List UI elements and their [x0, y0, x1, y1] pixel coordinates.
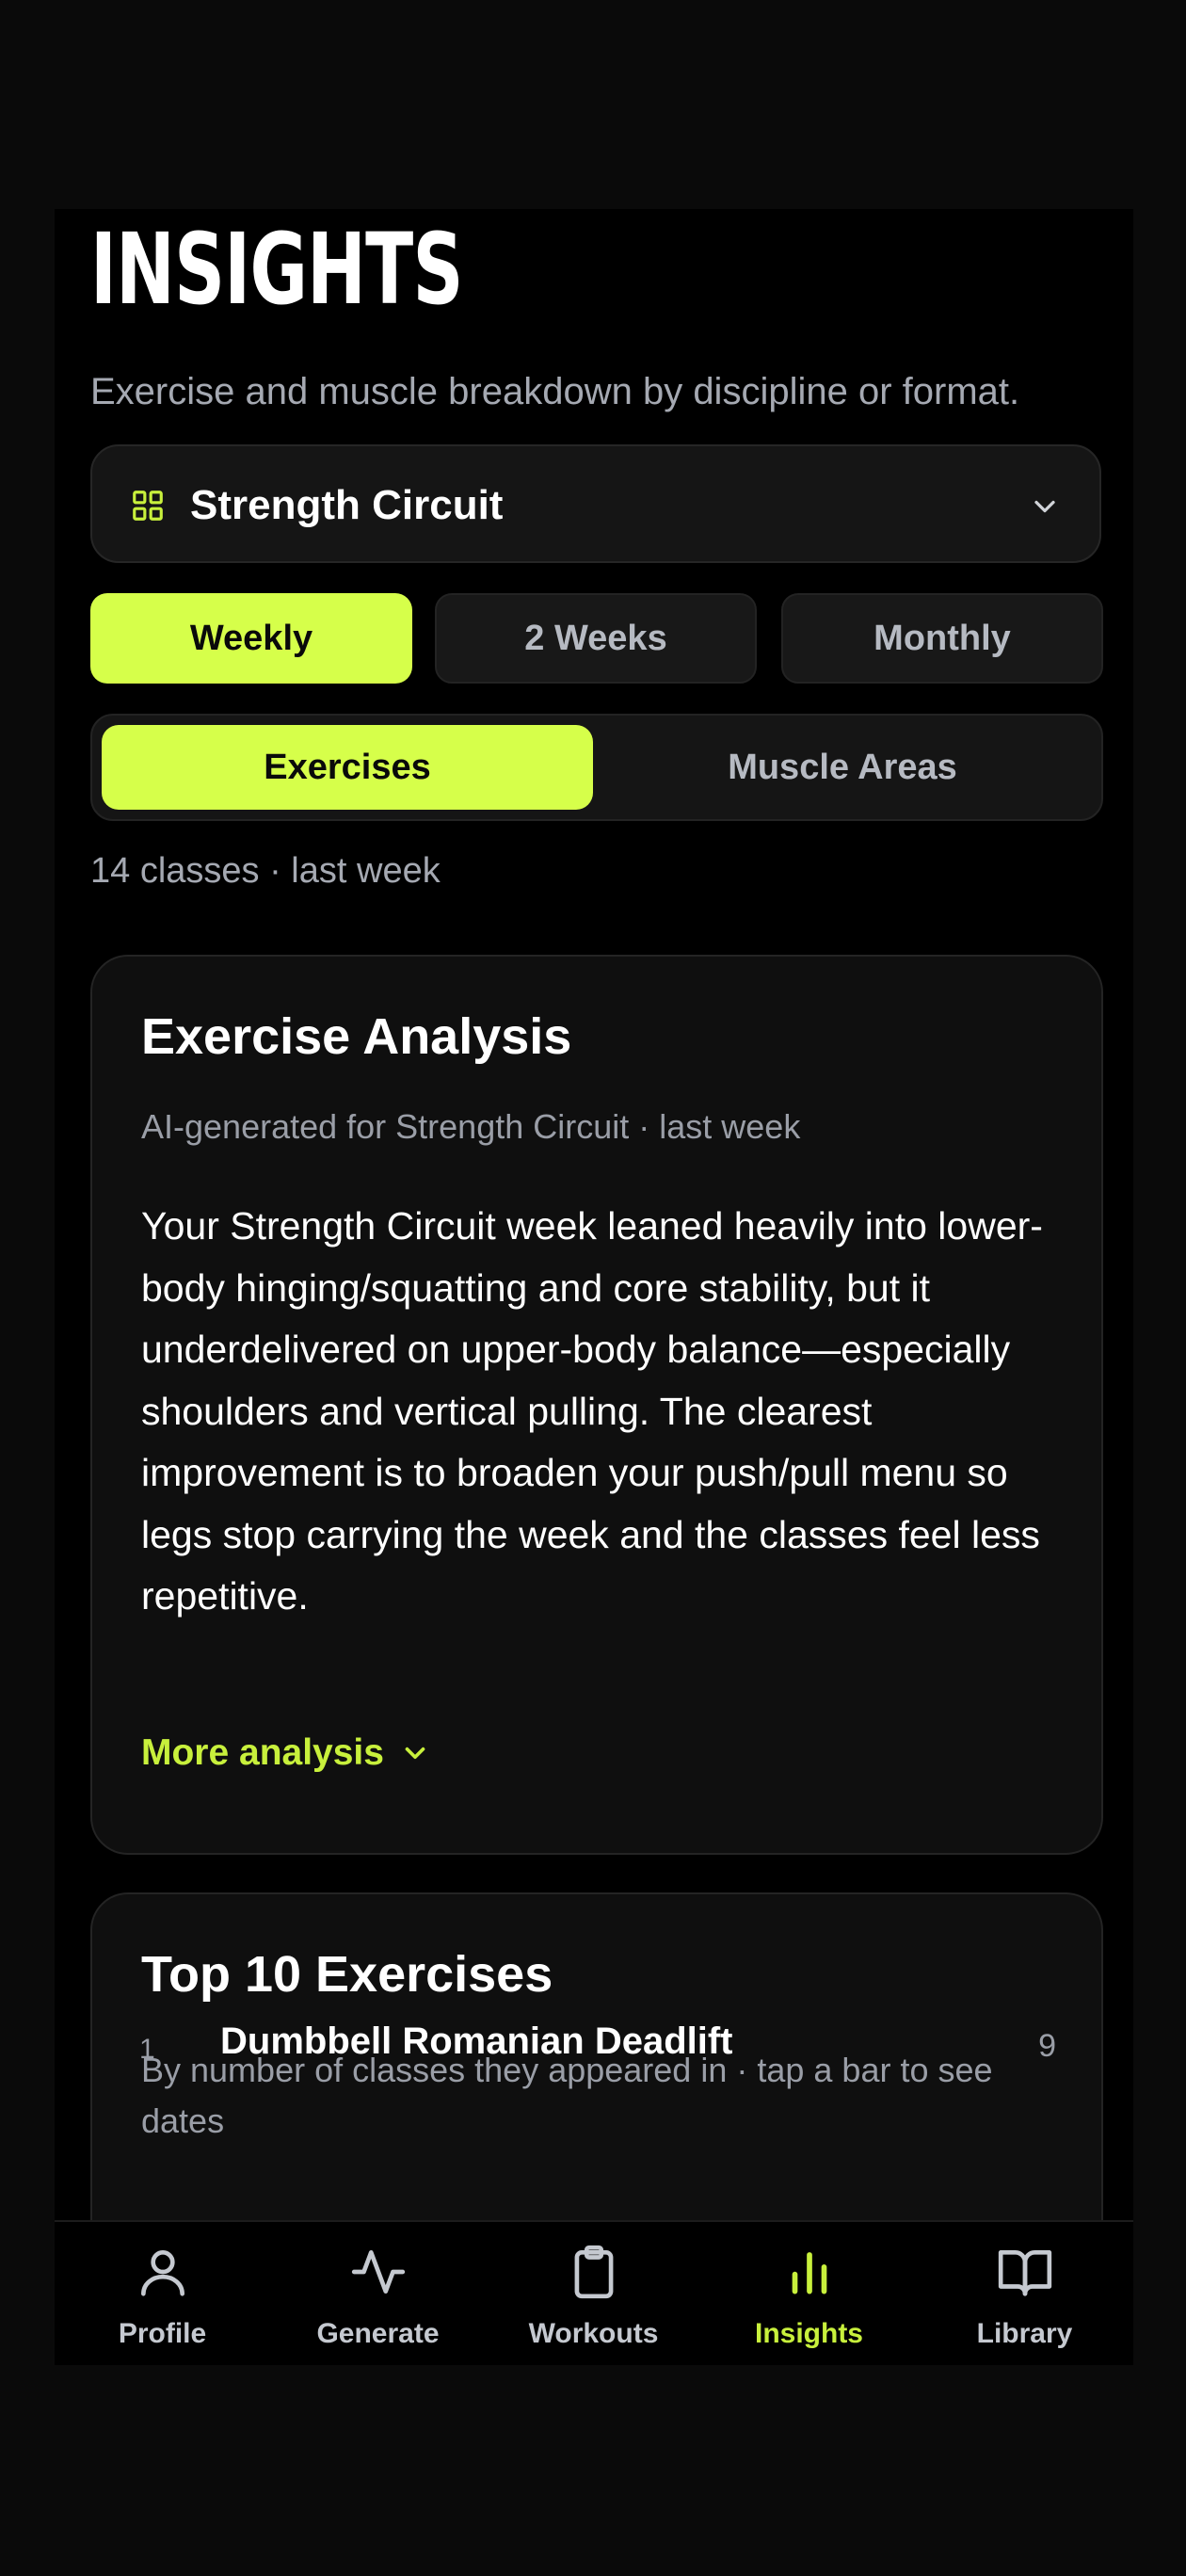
tab-weekly[interactable]: Weekly [90, 593, 412, 684]
more-analysis-button[interactable]: More analysis [141, 1727, 431, 1779]
page-title: INSIGHTS [90, 212, 463, 327]
tab-2-weeks[interactable]: 2 Weeks [435, 593, 757, 684]
nav-profile[interactable]: Profile [55, 2222, 270, 2365]
bottom-nav: Profile Generate Workouts Insights Libra… [55, 2220, 1133, 2365]
analysis-title: Exercise Analysis [141, 1008, 572, 1065]
bar-chart-icon [792, 2252, 827, 2294]
nav-workouts[interactable]: Workouts [486, 2222, 701, 2365]
discipline-select[interactable]: Strength Circuit [90, 444, 1101, 563]
person-icon [141, 2250, 184, 2296]
exercise-rank: 1 [139, 2034, 155, 2065]
top-exercises-title: Top 10 Exercises [141, 1946, 553, 2003]
nav-label: Generate [316, 2318, 440, 2349]
app-screen: INSIGHTS Exercise and muscle breakdown b… [55, 209, 1133, 2365]
period-tabs: Weekly 2 Weeks Monthly [90, 593, 1103, 684]
more-analysis-label: More analysis [141, 1732, 384, 1773]
nav-library[interactable]: Library [917, 2222, 1132, 2365]
discipline-select-value: Strength Circuit [190, 482, 504, 528]
page-subtitle: Exercise and muscle breakdown by discipl… [90, 371, 1020, 412]
nav-generate[interactable]: Generate [270, 2222, 486, 2365]
chevron-down-icon [405, 1747, 425, 1760]
nav-label: Library [976, 2318, 1073, 2349]
chevron-down-icon [1034, 500, 1055, 513]
book-icon [998, 2250, 1052, 2296]
grid-icon [133, 491, 163, 521]
clipboard-icon [574, 2245, 614, 2299]
analysis-subtitle: AI-generated for Strength Circuit · last… [141, 1107, 801, 1146]
nav-label: Workouts [528, 2318, 659, 2349]
nav-label: Insights [754, 2318, 863, 2349]
classes-info: 14 classes · last week [90, 851, 441, 891]
exercise-bar-label[interactable]: Dumbbell Romanian Deadlift [220, 2021, 733, 2063]
analysis-text: Your Strength Circuit week leaned heavil… [141, 1204, 1043, 1618]
activity-icon [351, 2250, 406, 2294]
exercise-count: 9 [1038, 2028, 1056, 2064]
tab-monthly[interactable]: Monthly [781, 593, 1103, 684]
nav-insights[interactable]: Insights [701, 2222, 917, 2365]
toggle-exercises[interactable]: Exercises [102, 725, 593, 810]
exercise-analysis-card: Exercise Analysis AI-generated for Stren… [90, 955, 1103, 1855]
view-toggle: Exercises Muscle Areas [90, 714, 1103, 821]
toggle-muscle-areas[interactable]: Muscle Areas [597, 725, 1088, 810]
nav-label: Profile [118, 2318, 207, 2349]
